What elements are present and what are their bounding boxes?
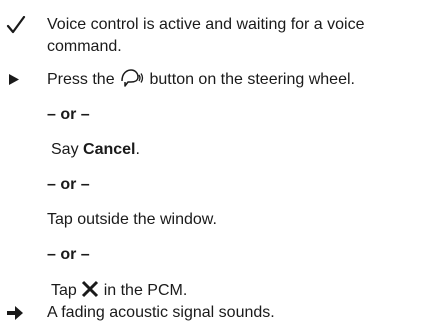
or-separator-text: – or – (47, 246, 90, 263)
alternative-tap-outside-text: Tap outside the window. (47, 211, 217, 228)
alternative-say-cancel-text: Say Cancel. (51, 139, 140, 161)
or-separator-text: – or – (47, 106, 90, 123)
result-text: A fading acoustic signal sounds. (47, 304, 275, 321)
step-text-post: button on the steering wheel. (149, 71, 355, 88)
say-pre: Say (51, 141, 84, 158)
cancel-keyword: Cancel (83, 141, 136, 158)
tap-pre: Tap (51, 282, 77, 299)
say-post: . (135, 141, 140, 158)
triangle-bullet-icon (9, 74, 33, 85)
step-text-pre: Press the (47, 71, 115, 88)
condition-text-line2: command. (47, 38, 122, 55)
arrow-right-icon (7, 306, 31, 320)
voice-control-steering-button-icon (119, 68, 145, 95)
step-text: Press the button on the steering wheel. (47, 68, 355, 95)
checkmark-icon (6, 16, 30, 34)
tap-post: in the PCM. (103, 282, 188, 299)
or-separator-text: – or – (47, 176, 90, 193)
condition-text-line1: Voice control is active and waiting for … (47, 16, 365, 33)
